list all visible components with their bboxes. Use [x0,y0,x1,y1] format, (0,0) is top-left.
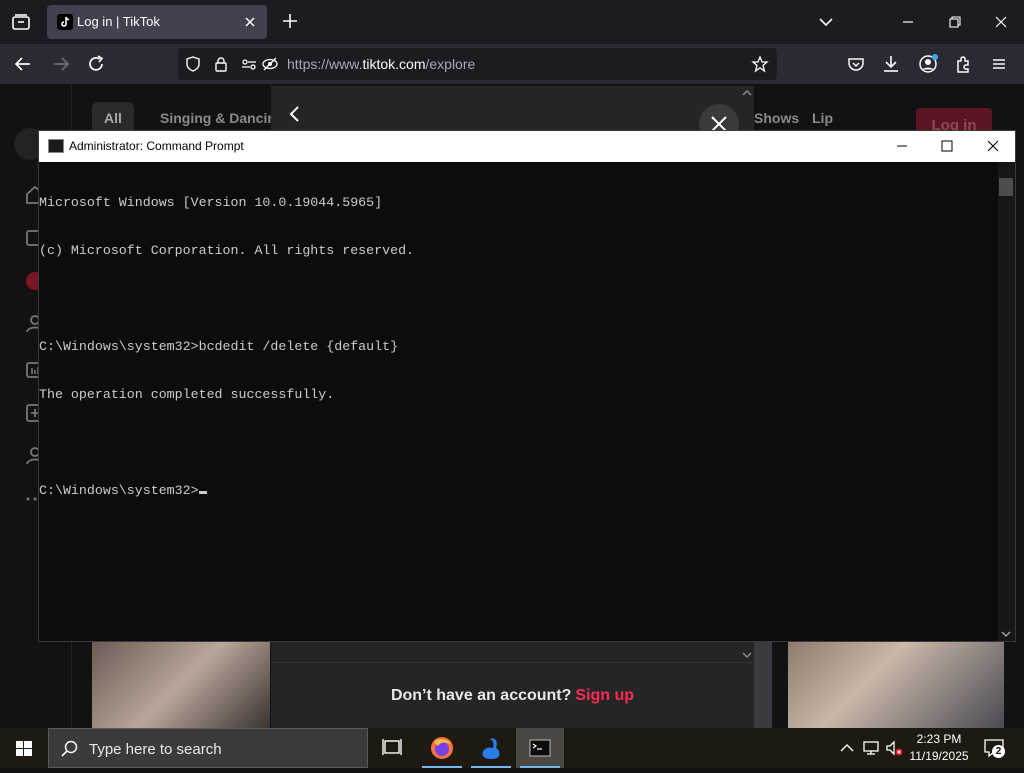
restore-icon[interactable] [945,12,965,32]
taskbar-search-box[interactable]: Type here to search [48,728,368,768]
video-thumbnail[interactable] [754,640,772,728]
permissions-icon[interactable] [240,55,258,73]
notification-badge: 2 [992,745,1005,758]
browser-tab-bar: Log in | TikTok [0,0,1024,44]
console-line: Microsoft Windows [Version 10.0.19044.59… [39,195,383,210]
extensions-icon[interactable] [953,53,975,75]
tab-title: Log in | TikTok [77,14,160,29]
signup-link[interactable]: Sign up [575,687,634,704]
list-all-tabs-icon[interactable] [816,12,836,32]
video-thumbnail[interactable] [788,640,1004,728]
cmd-close-icon[interactable] [984,137,1002,155]
cmd-maximize-icon[interactable] [938,137,956,155]
start-button[interactable] [0,728,48,768]
task-view-icon[interactable] [368,728,416,768]
no-account-text: Don’t have an account? [390,687,572,704]
windows-taskbar: Type here to search 2:23 PM 11/19/2025 2 [0,728,1024,768]
video-thumbnail[interactable] [92,640,270,728]
bookmark-star-icon[interactable] [751,55,769,73]
console-line: (c) Microsoft Corporation. All rights re… [39,243,415,258]
cmd-console-output[interactable]: Microsoft Windows [Version 10.0.19044.59… [39,162,999,641]
system-clock[interactable]: 2:23 PM 11/19/2025 [906,731,972,765]
browser-tab-tiktok[interactable]: Log in | TikTok [47,5,267,39]
downloads-icon[interactable] [880,53,902,75]
clock-date: 11/19/2025 [909,749,969,763]
back-icon[interactable] [12,53,34,75]
cmd-scrollbar[interactable] [998,162,1015,641]
clock-time: 2:23 PM [916,732,962,746]
close-tab-icon[interactable] [241,13,259,31]
url-text[interactable]: https://www.tiktok.com/explore [287,56,475,72]
reload-icon[interactable] [85,53,107,75]
cmd-title: Administrator: Command Prompt [69,139,244,153]
pocket-icon[interactable] [845,53,867,75]
cmd-taskbar-icon[interactable] [516,728,564,768]
console-line: C:\Windows\system32>bcdedit /delete {def… [39,339,399,354]
lock-icon[interactable] [212,55,230,73]
close-window-icon[interactable] [991,12,1011,32]
tiktok-favicon-icon [57,14,73,30]
volume-muted-icon[interactable] [884,738,904,758]
modal-footer: Don’t have an account? Sign up [271,662,754,728]
swan-app-taskbar-icon[interactable] [467,728,515,768]
console-prompt-line[interactable]: C:\Windows\system32> [39,483,999,499]
cmd-app-icon [48,139,64,153]
scroll-down-arrow-icon[interactable] [1000,629,1012,639]
show-hidden-icons-icon[interactable] [837,738,857,758]
console-prompt: C:\Windows\system32> [39,483,199,498]
tracking-blocked-icon[interactable] [261,55,279,73]
command-prompt-window[interactable]: Administrator: Command Prompt Microsoft … [38,130,1016,642]
firefox-taskbar-icon[interactable] [418,728,466,768]
minimize-icon[interactable] [898,12,918,32]
console-line: The operation completed successfully. [39,387,335,402]
cmd-minimize-icon[interactable] [893,137,911,155]
network-icon[interactable] [861,738,881,758]
search-placeholder: Type here to search [89,741,222,758]
modal-back-icon[interactable] [285,104,305,124]
menu-icon[interactable] [988,53,1010,75]
forward-icon[interactable] [50,53,72,75]
shield-icon[interactable] [184,55,202,73]
cmd-title-bar[interactable]: Administrator: Command Prompt [39,131,1015,162]
cmd-scrollbar-thumb[interactable] [999,178,1013,196]
account-icon[interactable] [917,53,939,75]
notifications-icon[interactable]: 2 [982,736,1006,760]
new-tab-icon[interactable] [279,10,301,32]
browser-nav-bar: https://www.tiktok.com/explore [0,44,1024,84]
url-bar[interactable]: https://www.tiktok.com/explore [178,48,777,80]
text-cursor [198,491,207,494]
tab-list-icon[interactable] [8,9,34,35]
search-icon [60,739,80,759]
